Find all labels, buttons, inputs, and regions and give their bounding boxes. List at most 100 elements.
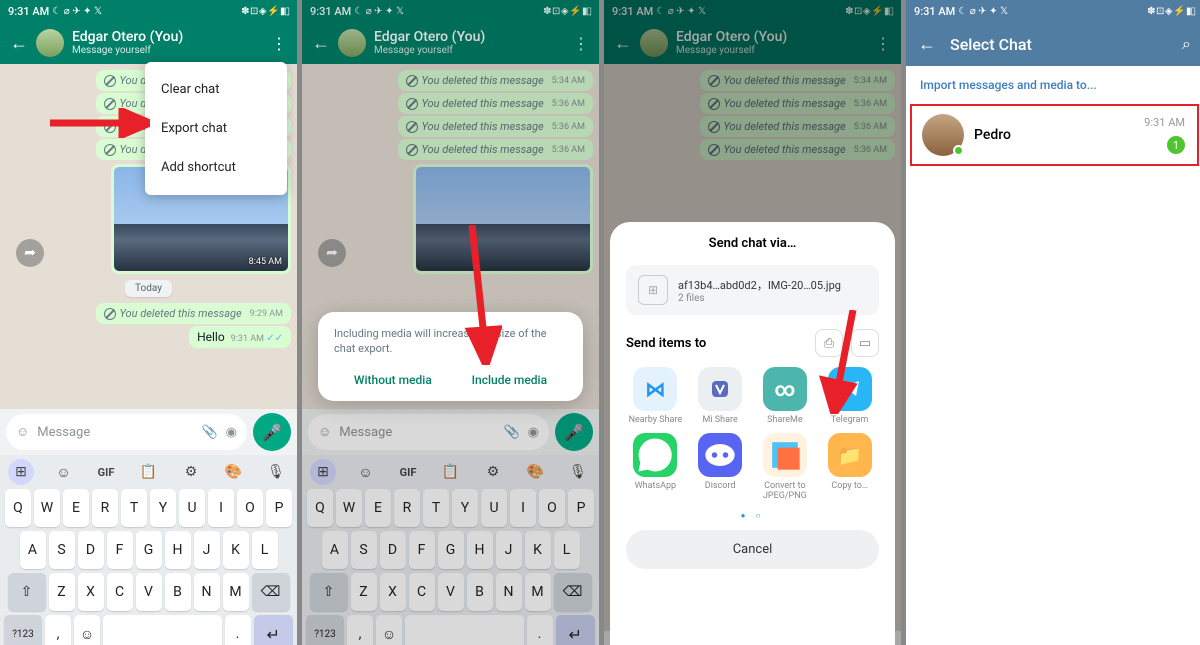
key-x[interactable]: X [78,573,104,611]
settings-icon[interactable]: ⚙ [178,459,204,485]
mic-button[interactable]: 🎤 [253,413,291,451]
avatar[interactable] [36,29,64,57]
period-key[interactable]: . [225,615,251,645]
back-icon[interactable]: ← [918,34,936,55]
search-icon[interactable]: ⌕ [1182,34,1191,54]
attach-icon[interactable]: 📎 [201,425,217,440]
key-z[interactable]: Z [49,573,75,611]
key-t[interactable]: T [121,489,147,527]
key-d[interactable]: D [78,531,104,569]
file-names: af13b4…abd0d2，IMG-20…05.jpg [678,277,841,293]
clipboard-icon[interactable]: 📋 [136,459,162,485]
chat-name: Pedro [974,127,1187,143]
more-icon[interactable]: ⋮ [271,34,287,53]
share-target-shareme[interactable]: ∞ShareMe [756,367,815,425]
space-key[interactable] [103,615,222,645]
share-target-convert[interactable]: Convert to JPEG/PNG [756,433,815,501]
apps-icon[interactable]: ⊞ [8,459,34,485]
input-bar: ☺ Message 📎 ◉ 🎤 [0,409,297,455]
keyboard[interactable]: ⊞ ☺ GIF 📋 ⚙ 🎨 🎙 QWERTYUIOP ASDFGHJKL ⇧ Z… [0,455,297,645]
shift-key[interactable]: ⇧ [8,573,46,611]
key-q[interactable]: Q [5,489,31,527]
file-count: 2 files [678,293,841,304]
key-k[interactable]: K [223,531,249,569]
key-y[interactable]: Y [150,489,176,527]
text-message[interactable]: Hello9:31 AM ✓✓ [189,326,291,348]
file-summary[interactable]: ⊞ af13b4…abd0d2，IMG-20…05.jpg 2 files [626,265,879,315]
back-icon[interactable]: ← [10,33,28,54]
include-media-button[interactable]: Include media [472,373,547,387]
key-v[interactable]: V [136,573,162,611]
share-target-discord[interactable]: Discord [691,433,750,501]
screen-2-export-dialog: 9:31 AM☾ ⌀ ✈ ✦ 𝕏 ✽ ⊡ ◈ ⚡ ▮▯ ← Edgar Oter… [302,0,599,645]
emoji-icon[interactable]: ☺ [16,424,29,440]
online-indicator [953,145,964,156]
print-icon[interactable]: ⎙ [815,329,843,357]
contact-subtitle: Message yourself [72,45,263,56]
message-placeholder: Message [37,425,193,440]
sticker-icon[interactable]: ☺ [51,459,77,485]
chat-header[interactable]: ← Edgar Otero (You) Message yourself ⋮ [0,22,297,64]
status-bar: 9:31 AM☾ ⌀ ✈ ✦ 𝕏 ✽ ⊡ ◈ ⚡ ▮▯ [906,0,1200,22]
unread-badge: 1 [1167,136,1185,154]
enter-key[interactable]: ↵ [254,615,294,645]
deleted-message[interactable]: You deleted this message9:29 AM [96,303,292,324]
without-media-button[interactable]: Without media [354,373,432,387]
key-i[interactable]: I [208,489,234,527]
block-icon [104,98,116,110]
clear-chat-item[interactable]: Clear chat [145,70,287,109]
key-r[interactable]: R [92,489,118,527]
key-p[interactable]: P [266,489,292,527]
check-icon: ✓✓ [266,333,283,344]
dialog-text: Including media will increase the size o… [334,326,567,357]
share-target-nearby[interactable]: ⋈Nearby Share [626,367,685,425]
key-o[interactable]: O [237,489,263,527]
export-dialog: Including media will increase the size o… [318,312,583,401]
key-b[interactable]: B [165,573,191,611]
numeric-key[interactable]: ?123 [4,615,42,645]
key-n[interactable]: N [194,573,220,611]
key-l[interactable]: L [252,531,278,569]
key-j[interactable]: J [194,531,220,569]
forward-icon[interactable]: ➦ [16,239,44,267]
emoji-key[interactable]: ☺ [74,615,100,645]
page-title: Select Chat [950,35,1168,54]
file-icon: ⊞ [638,275,668,305]
share-target-whatsapp[interactable]: WhatsApp [626,433,685,501]
theme-icon[interactable]: 🎨 [221,459,247,485]
screen-icon[interactable]: ▭ [851,329,879,357]
cancel-button[interactable]: Cancel [626,530,879,569]
key-w[interactable]: W [34,489,60,527]
camera-icon[interactable]: ◉ [226,425,237,440]
key-row-1: QWERTYUIOP [4,489,293,527]
key-row-2: ASDFGHJKL [4,531,293,569]
key-g[interactable]: G [136,531,162,569]
backspace-key[interactable]: ⌫ [252,573,290,611]
screen-1-whatsapp-menu: 9:31 AM☾ ⌀ ✈ ✦ 𝕏 ✽ ⊡ ◈ ⚡ ▮▯ ← Edgar Oter… [0,0,297,645]
key-c[interactable]: C [107,573,133,611]
share-target-telegram[interactable]: Telegram [820,367,879,425]
chat-time: 9:31 AM [1144,116,1185,129]
avatar [922,114,964,156]
key-h[interactable]: H [165,531,191,569]
voice-icon[interactable]: 🎙 [263,459,289,485]
block-icon [104,75,116,87]
message-input[interactable]: ☺ Message 📎 ◉ [6,414,247,450]
share-target-copyto[interactable]: 📁Copy to… [820,433,879,501]
screen-3-share-sheet: 9:31 AM☾ ⌀ ✈ ✦ 𝕏 ✽ ⊡ ◈ ⚡ ▮▯ ← Edgar Oter… [604,0,901,645]
contact-name: Edgar Otero (You) [72,30,263,45]
key-a[interactable]: A [20,531,46,569]
key-u[interactable]: U [179,489,205,527]
share-target-mishare[interactable]: Mi Share [691,367,750,425]
key-e[interactable]: E [63,489,89,527]
key-f[interactable]: F [107,531,133,569]
add-shortcut-item[interactable]: Add shortcut [145,148,287,187]
gif-button[interactable]: GIF [93,459,119,485]
share-title: Send chat via… [626,236,879,251]
key-m[interactable]: M [223,573,249,611]
export-chat-item[interactable]: Export chat [145,109,287,148]
comma-key[interactable]: , [45,615,71,645]
chat-item-pedro[interactable]: Pedro 9:31 AM 1 [910,104,1199,166]
share-sheet: Send chat via… ⊞ af13b4…abd0d2，IMG-20…05… [610,222,895,645]
key-s[interactable]: S [49,531,75,569]
